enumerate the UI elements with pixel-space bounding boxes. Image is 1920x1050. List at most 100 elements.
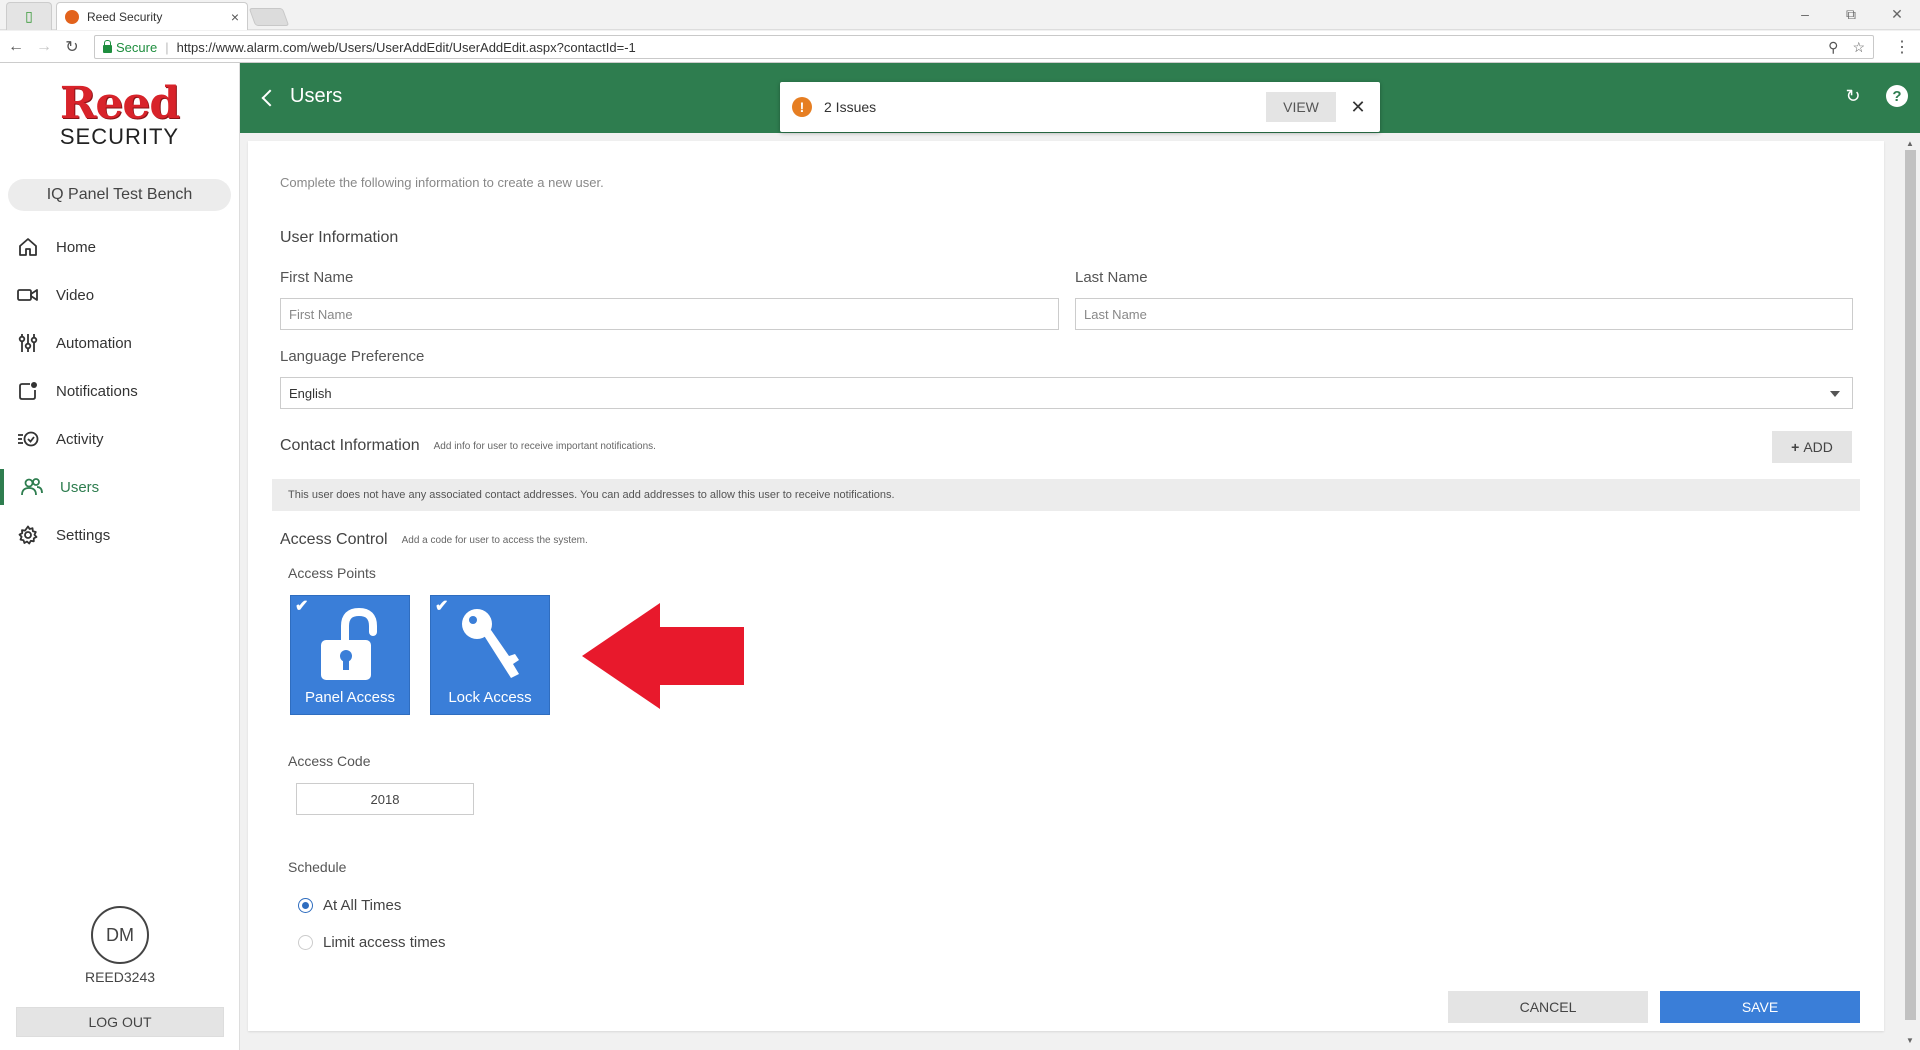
sidebar-item-label: Home (56, 238, 97, 256)
first-name-label: First Name (280, 269, 354, 286)
secure-indicator[interactable]: Secure (103, 39, 157, 55)
schedule-option-limit-times[interactable]: Limit access times (298, 934, 446, 951)
sidebar-item-automation[interactable]: Automation (0, 319, 239, 367)
chevron-left-icon (261, 89, 279, 106)
check-icon: ✔ (295, 598, 309, 615)
radio-selected[interactable] (298, 898, 313, 913)
star-icon[interactable]: ☆ (1852, 39, 1865, 56)
panel-selector[interactable]: IQ Panel Test Bench (8, 179, 231, 211)
issues-count: 2 Issues (824, 99, 877, 115)
browser-tab[interactable]: Reed Security × (56, 2, 248, 30)
last-name-placeholder: Last Name (1084, 306, 1147, 322)
scroll-up-icon[interactable]: ▲ (1906, 139, 1914, 148)
schedule-option-label: At All Times (323, 897, 402, 914)
language-label: Language Preference (280, 348, 425, 365)
lock-access-tile[interactable]: ✔ Lock Access (430, 595, 550, 715)
contact-info-hint: Add info for user to receive important n… (433, 440, 656, 452)
close-window-icon[interactable]: ✕ (1874, 0, 1920, 28)
first-name-input[interactable]: First Name (280, 298, 1059, 330)
url-actions: ⚲ ☆ (1828, 39, 1865, 56)
sidebar-item-label: Automation (56, 334, 132, 352)
logo-sub-text: SECURITY (59, 124, 180, 149)
new-tab-button[interactable] (248, 8, 290, 26)
help-icon[interactable]: ? (1886, 85, 1908, 107)
minimize-icon[interactable]: – (1782, 0, 1828, 28)
access-control-hint: Add a code for user to access the system… (401, 534, 588, 546)
access-code-input[interactable]: 2018 (296, 783, 474, 815)
sidebar-item-activity[interactable]: Activity (0, 415, 239, 463)
access-control-header: Access Control Add a code for user to ac… (280, 531, 588, 549)
sliders-icon (16, 331, 40, 355)
contact-empty-note: This user does not have any associated c… (272, 479, 1860, 511)
user-form-card: Complete the following information to cr… (248, 141, 1884, 1031)
sidebar-item-label: Notifications (56, 382, 138, 400)
key-icon[interactable]: ⚲ (1828, 39, 1838, 56)
scroll-down-icon[interactable]: ▼ (1906, 1036, 1914, 1045)
lock-icon (103, 39, 112, 53)
url-separator: | (165, 39, 169, 55)
issues-banner: ! 2 Issues VIEW ✕ (780, 82, 1380, 132)
first-name-placeholder: First Name (289, 306, 353, 322)
save-button[interactable]: SAVE (1660, 991, 1860, 1023)
sidebar-item-home[interactable]: Home (0, 223, 239, 271)
schedule-label: Schedule (288, 859, 347, 875)
radio-unselected[interactable] (298, 935, 313, 950)
reload-icon[interactable]: ↻ (60, 37, 84, 57)
language-select[interactable]: English (280, 377, 1853, 409)
pinned-tab[interactable]: ▯ (6, 2, 52, 30)
panel-access-label: Panel Access (304, 689, 396, 706)
avatar[interactable]: DM (91, 906, 149, 964)
back-icon[interactable]: ← (4, 38, 28, 56)
refresh-icon[interactable]: ↻ (1842, 85, 1864, 107)
url-text[interactable]: https://www.alarm.com/web/Users/UserAddE… (177, 40, 1829, 55)
close-icon[interactable]: ✕ (1348, 97, 1368, 118)
panel-access-tile[interactable]: ✔ Panel Access (290, 595, 410, 715)
sidebar-item-settings[interactable]: Settings (0, 511, 239, 559)
access-points-label: Access Points (288, 565, 376, 581)
cancel-button[interactable]: CANCEL (1448, 991, 1648, 1023)
browser-menu-icon[interactable]: ⋮ (1894, 37, 1910, 57)
logo-main-text: Reed (59, 78, 180, 129)
form-intro: Complete the following information to cr… (280, 175, 604, 190)
last-name-label: Last Name (1075, 269, 1148, 286)
notification-icon (16, 379, 40, 403)
favicon-icon (65, 9, 79, 24)
address-bar: ← → ↻ Secure | https://www.alarm.com/web… (0, 31, 1920, 63)
red-arrow-annotation (582, 603, 744, 709)
schedule-option-label: Limit access times (323, 934, 446, 951)
plus-icon: + (1791, 439, 1800, 455)
video-camera-icon (16, 283, 40, 307)
add-contact-button[interactable]: + ADD (1772, 431, 1852, 463)
logout-button[interactable]: LOG OUT (16, 1007, 224, 1037)
forward-icon[interactable]: → (32, 38, 56, 56)
contact-info-header: Contact Information Add info for user to… (280, 437, 656, 455)
sidebar-item-users[interactable]: Users (0, 463, 239, 511)
tab-title: Reed Security (87, 9, 163, 24)
activity-icon (16, 427, 40, 451)
sidebar-item-label: Activity (56, 430, 104, 448)
back-to-users-button[interactable]: Users (261, 85, 343, 108)
access-control-heading: Access Control (280, 531, 388, 548)
last-name-input[interactable]: Last Name (1075, 298, 1853, 330)
sidebar: Reed SECURITY IQ Panel Test Bench Home V… (0, 63, 240, 1050)
user-info-heading: User Information (280, 229, 399, 246)
warning-icon: ! (792, 97, 812, 117)
sidebar-nav: Home Video Automation Notifications Acti… (0, 223, 239, 559)
page-scrollbar[interactable]: ▲ ▼ (1903, 138, 1918, 1050)
restore-icon[interactable]: ⧉ (1828, 0, 1874, 28)
url-field[interactable]: Secure | https://www.alarm.com/web/Users… (94, 35, 1874, 59)
unlocked-padlock-icon (321, 607, 377, 680)
sidebar-item-video[interactable]: Video (0, 271, 239, 319)
sidebar-item-label: Settings (56, 526, 111, 544)
tab-close-icon[interactable]: × (231, 9, 239, 25)
sidebar-item-label: Users (60, 478, 100, 496)
brand-logo[interactable]: Reed SECURITY (0, 78, 239, 149)
contact-info-heading: Contact Information (280, 437, 420, 454)
view-issues-button[interactable]: VIEW (1266, 92, 1336, 122)
schedule-option-all-times[interactable]: At All Times (298, 897, 401, 914)
page-title: Users (290, 85, 343, 107)
username: REED3243 (84, 969, 156, 985)
header-actions: ↻ ? (1842, 85, 1908, 107)
sidebar-item-notifications[interactable]: Notifications (0, 367, 239, 415)
scroll-thumb[interactable] (1905, 150, 1916, 1020)
